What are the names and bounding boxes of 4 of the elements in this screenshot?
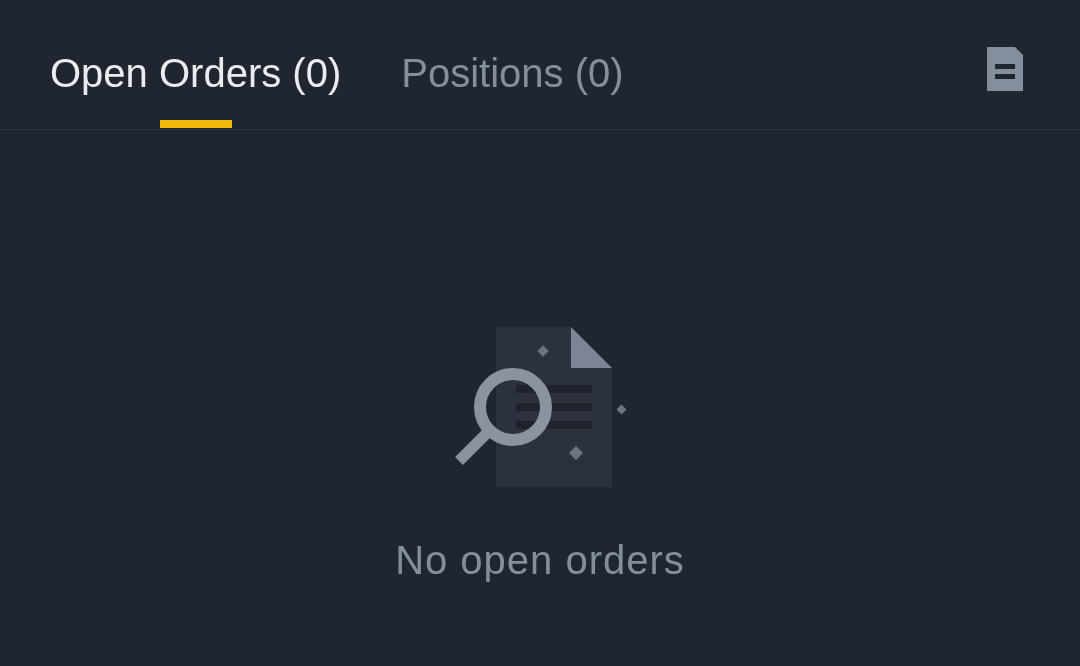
empty-message: No open orders: [395, 537, 685, 583]
tab[interactable]: Open Orders (0): [50, 0, 342, 128]
tab[interactable]: Positions (0): [401, 0, 624, 128]
document-icon[interactable]: [987, 47, 1023, 91]
